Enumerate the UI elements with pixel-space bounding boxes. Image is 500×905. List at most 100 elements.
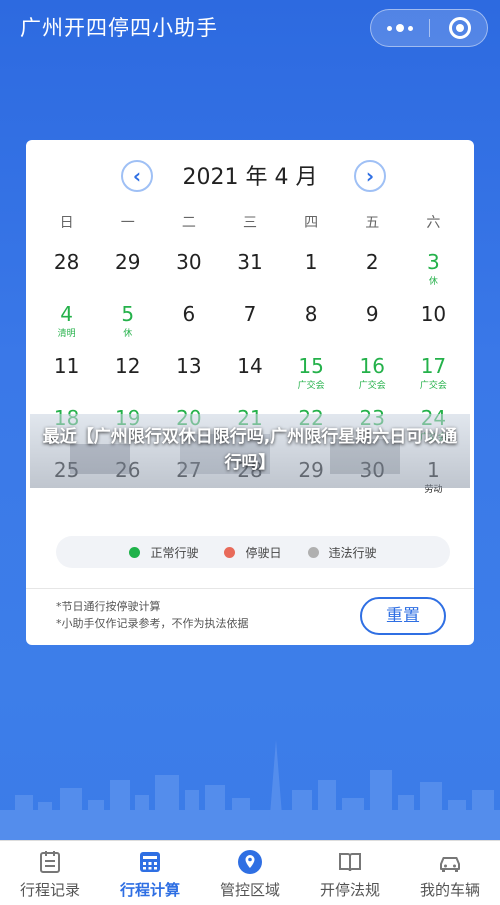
weekday-header: 日 一 二 三 四 五 六 — [36, 212, 464, 232]
reset-button[interactable]: 重置 — [360, 597, 446, 635]
calendar-day-cell[interactable]: 4 清明 — [36, 302, 97, 354]
calendar-day-cell[interactable]: 13 — [158, 354, 219, 406]
tab-control-area[interactable]: 管控区域 — [200, 841, 300, 905]
day-number: 9 — [365, 302, 379, 326]
legend: 正常行驶 停驶日 违法行驶 — [56, 536, 450, 568]
calendar-week-row: 28 29 30 31 1 2 3 休 — [36, 250, 464, 302]
weekday-label: 六 — [426, 215, 441, 231]
notes: *节日通行按停驶计算 *小助手仅作记录参考，不作为执法依据 — [56, 598, 249, 632]
day-number: 7 — [243, 302, 257, 326]
tab-label: 行程记录 — [19, 881, 80, 899]
day-number: 12 — [114, 354, 141, 378]
day-number: 1 — [304, 250, 318, 274]
legend-item-violation: 违法行驶 — [307, 544, 377, 561]
weekday-label: 一 — [120, 215, 135, 231]
article-title: 最近【广州限行双休日限行吗,广州限行星期六日可以通行吗】 — [42, 427, 458, 473]
calendar-day-cell[interactable]: 16 广交会 — [342, 354, 403, 406]
calendar-day-cell[interactable]: 6 — [158, 302, 219, 354]
book-icon — [339, 853, 361, 872]
month-title: 2021 年 4 月 — [182, 165, 318, 190]
day-tag: 广交会 — [297, 381, 325, 391]
green-dot-icon — [129, 546, 141, 558]
gray-dot-icon — [307, 546, 319, 558]
calendar-day-cell[interactable]: 17 广交会 — [403, 354, 464, 406]
day-number: 31 — [237, 250, 263, 274]
prev-month-button[interactable]: ‹ — [121, 160, 153, 192]
day-tag: 广交会 — [358, 381, 386, 391]
weekday-label: 日 — [59, 215, 74, 231]
calendar-day-cell[interactable]: 8 — [281, 302, 342, 354]
month-bar: ‹ 2021 年 4 月 › — [26, 156, 474, 196]
car-icon — [440, 857, 460, 872]
day-tag: 休 — [123, 329, 133, 339]
tab-label: 行程计算 — [119, 881, 180, 899]
close-target-icon[interactable] — [449, 17, 471, 39]
day-number: 6 — [182, 302, 196, 326]
more-icon[interactable] — [371, 10, 429, 46]
legend-item-stop: 停驶日 — [224, 544, 282, 561]
day-number: 3 — [427, 250, 440, 274]
day-number: 11 — [53, 354, 80, 378]
next-month-button[interactable]: › — [354, 160, 386, 192]
calendar-day-cell[interactable]: 2 — [342, 250, 403, 302]
day-tag: 清明 — [57, 329, 76, 339]
calendar-card: ‹ 2021 年 4 月 › 日 一 二 三 四 五 六 28 29 30 31 1 2 3… — [26, 140, 474, 645]
calendar-day-cell[interactable]: 10 — [403, 302, 464, 354]
tab-label: 管控区域 — [219, 881, 280, 899]
city-skyline-illustration — [0, 740, 500, 840]
day-number: 28 — [53, 250, 80, 274]
tab-regulations[interactable]: 开停法规 — [300, 841, 400, 905]
day-number: 5 — [121, 302, 135, 326]
day-number: 29 — [114, 250, 141, 274]
weekday-label: 二 — [181, 215, 196, 231]
calendar-day-cell[interactable]: 28 — [36, 250, 97, 302]
calendar-day-cell[interactable]: 15 广交会 — [281, 354, 342, 406]
day-number: 15 — [298, 354, 324, 378]
calendar-week-row: 4 清明 5 休 6 7 8 9 10 — [36, 302, 464, 354]
tab-trip-calculator[interactable]: 行程计算 — [100, 841, 200, 905]
day-number: 14 — [237, 354, 263, 378]
note-line: *小助手仅作记录参考，不作为执法依据 — [56, 617, 249, 630]
day-number: 13 — [176, 354, 202, 378]
calendar-day-cell[interactable]: 30 — [158, 250, 219, 302]
mini-program-capsule — [370, 9, 488, 47]
day-tag: 休 — [428, 277, 438, 287]
calendar-day-cell[interactable]: 11 — [36, 354, 97, 406]
calendar-day-cell[interactable]: 29 — [97, 250, 158, 302]
article-title-overlay: 最近【广州限行双休日限行吗,广州限行星期六日可以通行吗】 — [0, 414, 500, 488]
calendar-day-cell[interactable]: 7 — [219, 302, 280, 354]
location-icon — [238, 850, 262, 874]
legend-item-normal: 正常行驶 — [129, 544, 198, 561]
calendar-day-cell[interactable]: 9 — [342, 302, 403, 354]
tab-label: 开停法规 — [319, 881, 380, 899]
day-number: 17 — [420, 354, 447, 378]
calendar-week-row: 11 12 13 14 15 广交会 16 广交会 17 广交会 — [36, 354, 464, 406]
day-number: 4 — [60, 302, 73, 326]
app-title: 广州开四停四小助手 — [20, 16, 218, 40]
calendar-day-cell[interactable]: 31 — [219, 250, 280, 302]
tab-trip-records[interactable]: 行程记录 — [0, 841, 100, 905]
day-number: 10 — [420, 302, 447, 326]
header: 广州开四停四小助手 — [0, 0, 500, 60]
red-dot-icon — [224, 546, 236, 558]
calendar-day-cell[interactable]: 1 — [281, 250, 342, 302]
day-number: 16 — [359, 354, 385, 378]
calendar-day-cell[interactable]: 14 — [219, 354, 280, 406]
calendar-day-cell[interactable]: 3休 — [403, 250, 464, 302]
day-number: 2 — [365, 250, 379, 274]
weekday-label: 三 — [242, 215, 257, 231]
day-number: 8 — [304, 302, 318, 326]
calendar-list-icon — [40, 851, 60, 873]
calculator-icon — [140, 852, 160, 872]
calendar-day-cell[interactable]: 12 — [97, 354, 158, 406]
tab-my-vehicles[interactable]: 我的车辆 — [400, 841, 500, 905]
weekday-label: 五 — [365, 215, 380, 231]
day-number: 30 — [176, 250, 202, 274]
note-line: *节日通行按停驶计算 — [56, 600, 161, 613]
calendar-day-cell[interactable]: 5休 — [97, 302, 158, 354]
weekday-label: 四 — [304, 215, 319, 231]
capsule-divider — [429, 19, 430, 37]
bottom-tab-bar: 行程记录 行程计算 管控区域 开停法规 我的车辆 — [0, 840, 500, 905]
app-screen: 广州开四停四小助手 ‹ 2021 年 4 月 › 日 一 二 三 四 五 六 2… — [0, 0, 500, 905]
day-tag: 广交会 — [419, 381, 447, 391]
